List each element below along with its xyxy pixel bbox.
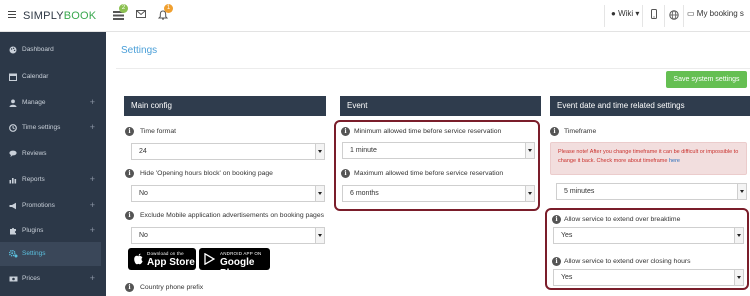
time-format-label: Time format [140, 128, 177, 135]
gears-icon [8, 249, 18, 258]
timeframe-label: Timeframe [564, 128, 597, 135]
megaphone-icon [9, 202, 17, 210]
puzzle-icon [9, 227, 17, 235]
info-icon[interactable]: i [125, 169, 134, 178]
my-booking-site-link[interactable]: ▭ My booking s [687, 9, 744, 18]
closing-hours-select[interactable]: Yes [553, 269, 744, 286]
chevron-down-icon [315, 186, 324, 201]
min-time-label: Minimum allowed time before service rese… [354, 128, 502, 135]
sidebar-item-calendar[interactable]: Calendar [0, 65, 106, 89]
exclude-ads-label: Exclude Mobile application advertisement… [140, 212, 325, 219]
clock-icon [9, 124, 17, 132]
sidebar-item-plugins[interactable]: Plugins + [0, 219, 106, 243]
max-time-label: Maximum allowed time before service rese… [354, 170, 504, 177]
money-icon [9, 275, 18, 283]
event-header: Event [340, 96, 541, 116]
globe-icon[interactable] [669, 10, 681, 21]
closing-hours-label: Allow service to extend over closing hou… [564, 258, 691, 265]
bar-chart-icon [9, 176, 17, 184]
chevron-down-icon [315, 228, 324, 243]
sidebar-item-settings[interactable]: Settings [0, 242, 101, 266]
timeframe-warning-alert: Please note! After you change timeframe … [550, 142, 747, 175]
chevron-down-icon [737, 184, 746, 199]
mobile-icon[interactable] [651, 9, 663, 20]
tasks-badge: 2 [119, 4, 128, 13]
page-title: Settings [121, 45, 158, 56]
sidebar-item-manage[interactable]: Manage + [0, 91, 106, 115]
info-icon[interactable]: i [125, 283, 134, 292]
chevron-down-icon [734, 270, 743, 285]
computer-icon: ▭ [687, 9, 695, 18]
chevron-down-icon [525, 143, 534, 158]
caret-down-icon: ▾ [635, 9, 640, 18]
info-icon[interactable]: i [125, 211, 134, 220]
expand-icon[interactable]: + [90, 122, 95, 132]
info-icon[interactable]: i [552, 257, 561, 266]
apple-icon [133, 253, 144, 265]
sidebar-item-promotions[interactable]: Promotions + [0, 194, 106, 218]
palette-icon [9, 46, 17, 54]
info-icon[interactable]: i [341, 127, 350, 136]
sidebar-item-reviews[interactable]: Reviews [0, 142, 106, 166]
chevron-down-icon [525, 186, 534, 201]
expand-icon[interactable]: + [90, 200, 95, 210]
calendar-icon [9, 73, 17, 81]
country-phone-prefix-label: Country phone prefix [140, 284, 204, 291]
main-config-header: Main config [124, 96, 326, 116]
chevron-down-icon [315, 144, 324, 159]
top-bar: SIMPLYBOOK 2 1 ● Wiki ▾ ▭ My booking s [0, 0, 750, 32]
max-time-select[interactable]: 6 months [342, 185, 535, 202]
breaktime-select[interactable]: Yes [553, 227, 744, 244]
event-datetime-header: Event date and time related settings [550, 96, 750, 116]
notification-badge: 1 [164, 4, 173, 13]
exclude-ads-select[interactable]: No [131, 227, 325, 244]
expand-icon[interactable]: + [90, 174, 95, 184]
google-play-badge[interactable]: ANDROID APP ON Google Play [199, 248, 270, 279]
info-icon[interactable]: i [341, 169, 350, 178]
mail-icon[interactable] [136, 10, 148, 21]
timeframe-select[interactable]: 5 minutes [556, 183, 747, 200]
bell-icon[interactable]: 1 [157, 4, 173, 21]
main-content: Settings Save system settings Main confi… [106, 32, 750, 296]
sidebar-item-dashboard[interactable]: Dashboard [0, 38, 106, 62]
logo[interactable]: SIMPLYBOOK [23, 10, 96, 22]
min-time-select[interactable]: 1 minute [342, 142, 535, 159]
expand-icon[interactable]: + [90, 225, 95, 235]
hide-opening-hours-select[interactable]: No [131, 185, 325, 202]
breaktime-label: Allow service to extend over breaktime [564, 216, 681, 223]
user-icon [9, 99, 17, 107]
tasks-icon[interactable]: 2 [113, 4, 128, 21]
expand-icon[interactable]: + [90, 97, 95, 107]
time-format-select[interactable]: 24 [131, 143, 325, 160]
sidebar-item-prices[interactable]: Prices + [0, 267, 106, 291]
hide-opening-hours-label: Hide 'Opening hours block' on booking pa… [140, 170, 273, 177]
user-icon: ● [611, 9, 616, 18]
comments-icon [9, 150, 17, 158]
menu-icon[interactable] [8, 11, 16, 19]
sidebar-item-time-settings[interactable]: Time settings + [0, 116, 106, 140]
app-store-badge[interactable]: Download on the App Store [128, 248, 196, 270]
info-icon[interactable]: i [125, 127, 134, 136]
play-icon [204, 252, 216, 266]
wiki-dropdown[interactable]: ● Wiki ▾ [611, 9, 639, 18]
expand-icon[interactable]: + [90, 273, 95, 283]
info-icon[interactable]: i [552, 215, 561, 224]
timeframe-help-link[interactable]: here [669, 158, 680, 164]
sidebar: Dashboard Calendar Manage + Time setting… [0, 32, 106, 296]
sidebar-item-reports[interactable]: Reports + [0, 168, 106, 192]
divider [116, 68, 750, 69]
info-icon[interactable]: i [550, 127, 559, 136]
chevron-down-icon [734, 228, 743, 243]
save-system-settings-button[interactable]: Save system settings [666, 71, 747, 88]
